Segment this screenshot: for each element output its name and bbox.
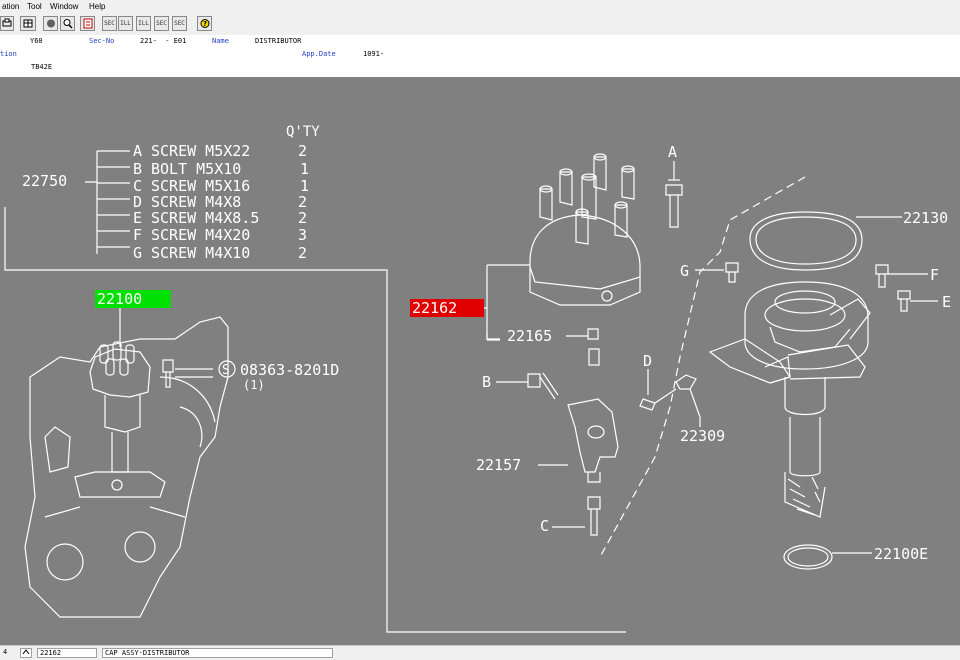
svg-text:1: 1 — [300, 160, 309, 178]
svg-text:3: 3 — [298, 226, 307, 244]
row2-label: tion — [0, 50, 17, 58]
screw-e[interactable] — [897, 290, 911, 312]
svg-text:BOLT M5X10: BOLT M5X10 — [151, 160, 241, 178]
rotor-hub — [587, 425, 605, 439]
help-icon[interactable]: ? — [197, 16, 212, 31]
svg-text:2: 2 — [298, 244, 307, 262]
frame-line — [4, 207, 626, 633]
part-22157-label[interactable]: 22157 — [476, 456, 521, 474]
bolt-08363[interactable] — [162, 359, 213, 388]
leader-22309 — [689, 388, 701, 427]
menu-help[interactable]: Help — [89, 2, 105, 11]
record-icon[interactable] — [43, 16, 58, 31]
kit-item-a[interactable]: A SCREW M5X22 2 — [133, 142, 307, 160]
svg-text:?: ? — [202, 20, 206, 28]
part-22165-brush[interactable] — [587, 328, 600, 366]
page-icon[interactable] — [80, 16, 95, 31]
svg-text:G: G — [133, 244, 142, 262]
sec-button-1[interactable]: SEC — [102, 16, 117, 31]
oring-22100e-inner — [787, 547, 829, 567]
menu-operation[interactable]: ation — [2, 2, 19, 11]
kit-number-22750[interactable]: 22750 — [22, 172, 67, 190]
assembly-dashed-line — [599, 176, 806, 558]
appdate-label: App.Date — [302, 50, 336, 58]
callout-f: F — [930, 266, 939, 284]
screw-f[interactable] — [875, 264, 889, 288]
bolt-b[interactable] — [527, 372, 559, 400]
distributor-cap[interactable] — [529, 153, 641, 306]
zoom-icon[interactable] — [60, 16, 75, 31]
sec-button-3[interactable]: SEC — [172, 16, 187, 31]
leader-22165 — [486, 332, 500, 340]
status-bar: 4 22162 CAP ASSY-DISTRIBUTOR — [0, 645, 960, 660]
part-22100-label[interactable]: 22100 — [97, 290, 142, 308]
menu-window[interactable]: Window — [50, 2, 78, 11]
callout-b: B — [482, 373, 491, 391]
sec-button-2[interactable]: SEC — [154, 16, 169, 31]
illustration-canvas: Q'TY 22750 A SCREW M5X22 2 B BOLT M5X10 … — [0, 77, 960, 645]
part-22309-label[interactable]: 22309 — [680, 427, 725, 445]
callout-c: C — [540, 517, 549, 535]
part-number-field[interactable]: 22162 — [37, 648, 97, 658]
svg-text:A: A — [133, 142, 142, 160]
appdate-value: 1091- — [363, 50, 385, 58]
qty-header: Q'TY — [286, 124, 320, 140]
s-mark-letter: S — [222, 363, 230, 378]
page-number: 4 — [3, 648, 8, 656]
part-name-field[interactable]: CAP ASSY-DISTRIBUTOR — [102, 648, 333, 658]
distributor-housing[interactable] — [708, 281, 871, 518]
toolbar: SEC ILL ILL SEC SEC ? — [0, 13, 960, 36]
svg-text:SCREW M4X8.5: SCREW M4X8.5 — [151, 209, 259, 227]
model-value: Y60 — [30, 37, 43, 45]
part-08363-label[interactable]: 08363-8201D — [240, 361, 339, 379]
part-22100e-label[interactable]: 22100E — [874, 545, 928, 563]
secno-value: 221- - E01 — [140, 37, 187, 45]
svg-text:E: E — [133, 209, 142, 227]
svg-text:B: B — [133, 160, 142, 178]
kit-item-f[interactable]: F SCREW M4X20 3 — [133, 226, 307, 244]
menu-tool[interactable]: Tool — [27, 2, 42, 11]
callout-a: A — [668, 143, 677, 161]
kit-item-b[interactable]: B BOLT M5X10 1 — [133, 160, 309, 178]
part-22309-plate[interactable] — [675, 374, 697, 390]
rotor-22157[interactable] — [567, 398, 619, 473]
part-22165-label[interactable]: 22165 — [507, 327, 552, 345]
print-icon[interactable] — [0, 16, 14, 31]
screw-g[interactable] — [725, 262, 739, 283]
screw-c[interactable] — [587, 496, 601, 536]
rotor-shaft — [587, 472, 601, 483]
name-label: Name — [212, 37, 229, 45]
kit-item-g[interactable]: G SCREW M4X10 2 — [133, 244, 307, 262]
callout-d: D — [643, 352, 652, 370]
svg-text:F: F — [133, 226, 142, 244]
part-info-header: Y60 Sec-No 221- - E01 Name DISTRIBUTOR t… — [0, 35, 960, 76]
seal-22130[interactable] — [749, 211, 863, 271]
ill-button-1[interactable]: ILL — [118, 16, 133, 31]
seal-22130-inner — [755, 216, 857, 265]
svg-text:SCREW M4X20: SCREW M4X20 — [151, 226, 250, 244]
part-22130-label[interactable]: 22130 — [903, 209, 948, 227]
svg-text:SCREW M5X22: SCREW M5X22 — [151, 142, 250, 160]
name-value: DISTRIBUTOR — [255, 37, 302, 45]
secno-label: Sec-No — [89, 37, 115, 45]
engine-value: TB42E — [31, 63, 53, 71]
screw-a[interactable] — [665, 184, 683, 228]
callout-g: G — [680, 262, 689, 280]
kit-bracket — [85, 150, 130, 254]
part-08363-qty: (1) — [243, 378, 265, 392]
svg-text:2: 2 — [298, 209, 307, 227]
kit-item-e[interactable]: E SCREW M4X8.5 2 — [133, 209, 307, 227]
ill-button-2[interactable]: ILL — [136, 16, 151, 31]
menu-bar: ation Tool Window Help — [0, 0, 960, 13]
svg-text:2: 2 — [298, 142, 307, 160]
grid-icon[interactable] — [20, 16, 36, 31]
part-22162-label[interactable]: 22162 — [412, 299, 457, 317]
callout-e: E — [942, 293, 951, 311]
svg-text:SCREW M4X10: SCREW M4X10 — [151, 244, 250, 262]
engine-illustration — [24, 316, 229, 618]
page-spinner[interactable] — [20, 648, 32, 658]
